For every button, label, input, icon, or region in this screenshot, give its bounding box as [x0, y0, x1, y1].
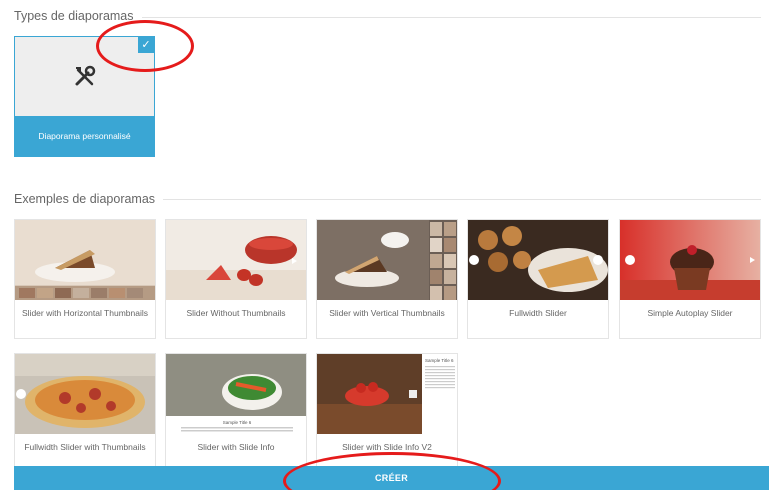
create-button-label: CRÉER [374, 473, 408, 483]
example-label: Slider Without Thumbnails [186, 308, 286, 318]
checkmark-icon[interactable]: ✓ [138, 37, 154, 53]
example-card-without-thumbnails[interactable]: Slider Without Thumbnails [165, 219, 307, 339]
strawberries-photo [166, 220, 306, 300]
example-label: Fullwidth Slider [509, 308, 567, 318]
example-card-slide-info[interactable]: Sample Title 6 Slider with Slide Info [165, 353, 307, 473]
example-label: Slider with Slide Info [197, 442, 275, 452]
sample-title: Sample Title 6 [425, 358, 454, 363]
sample-title: Sample Title 6 [223, 420, 252, 425]
custom-slideshow-card[interactable]: ✓ Diaporama personnalisé [14, 36, 155, 157]
example-card-autoplay[interactable]: Simple Autoplay Slider [619, 219, 761, 339]
cake-photo [15, 220, 155, 300]
example-label: Slider with Horizontal Thumbnails [22, 308, 148, 318]
strawberry-bowl-photo: Sample Title 6 [317, 354, 457, 434]
pastries-photo [468, 220, 608, 300]
example-card-horizontal-thumbnails[interactable]: Slider with Horizontal Thumbnails [14, 219, 156, 339]
muffin-photo [620, 220, 760, 300]
example-card-fullwidth[interactable]: Fullwidth Slider [467, 219, 609, 339]
custom-slideshow-label: Diaporama personnalisé [15, 116, 154, 156]
example-card-vertical-thumbnails[interactable]: Slider with Vertical Thumbnails [316, 219, 458, 339]
example-label: Fullwidth Slider with Thumbnails [24, 442, 146, 452]
types-section-title: Types de diaporamas [14, 9, 142, 23]
create-button[interactable]: CRÉER [14, 466, 769, 490]
example-card-fullwidth-thumbnails[interactable]: Fullwidth Slider with Thumbnails [14, 353, 156, 473]
tools-icon [15, 37, 154, 117]
cake-coffee-photo [317, 220, 457, 300]
pizza-photo [15, 354, 155, 434]
example-label: Simple Autoplay Slider [647, 308, 733, 318]
example-label: Slider with Vertical Thumbnails [329, 308, 445, 318]
examples-section-title: Exemples de diaporamas [14, 192, 164, 206]
salad-photo: Sample Title 6 [166, 354, 306, 434]
example-label: Slider with Slide Info V2 [342, 442, 432, 452]
example-card-slide-info-v2[interactable]: Sample Title 6 Slider with Slide Info V2 [316, 353, 458, 473]
